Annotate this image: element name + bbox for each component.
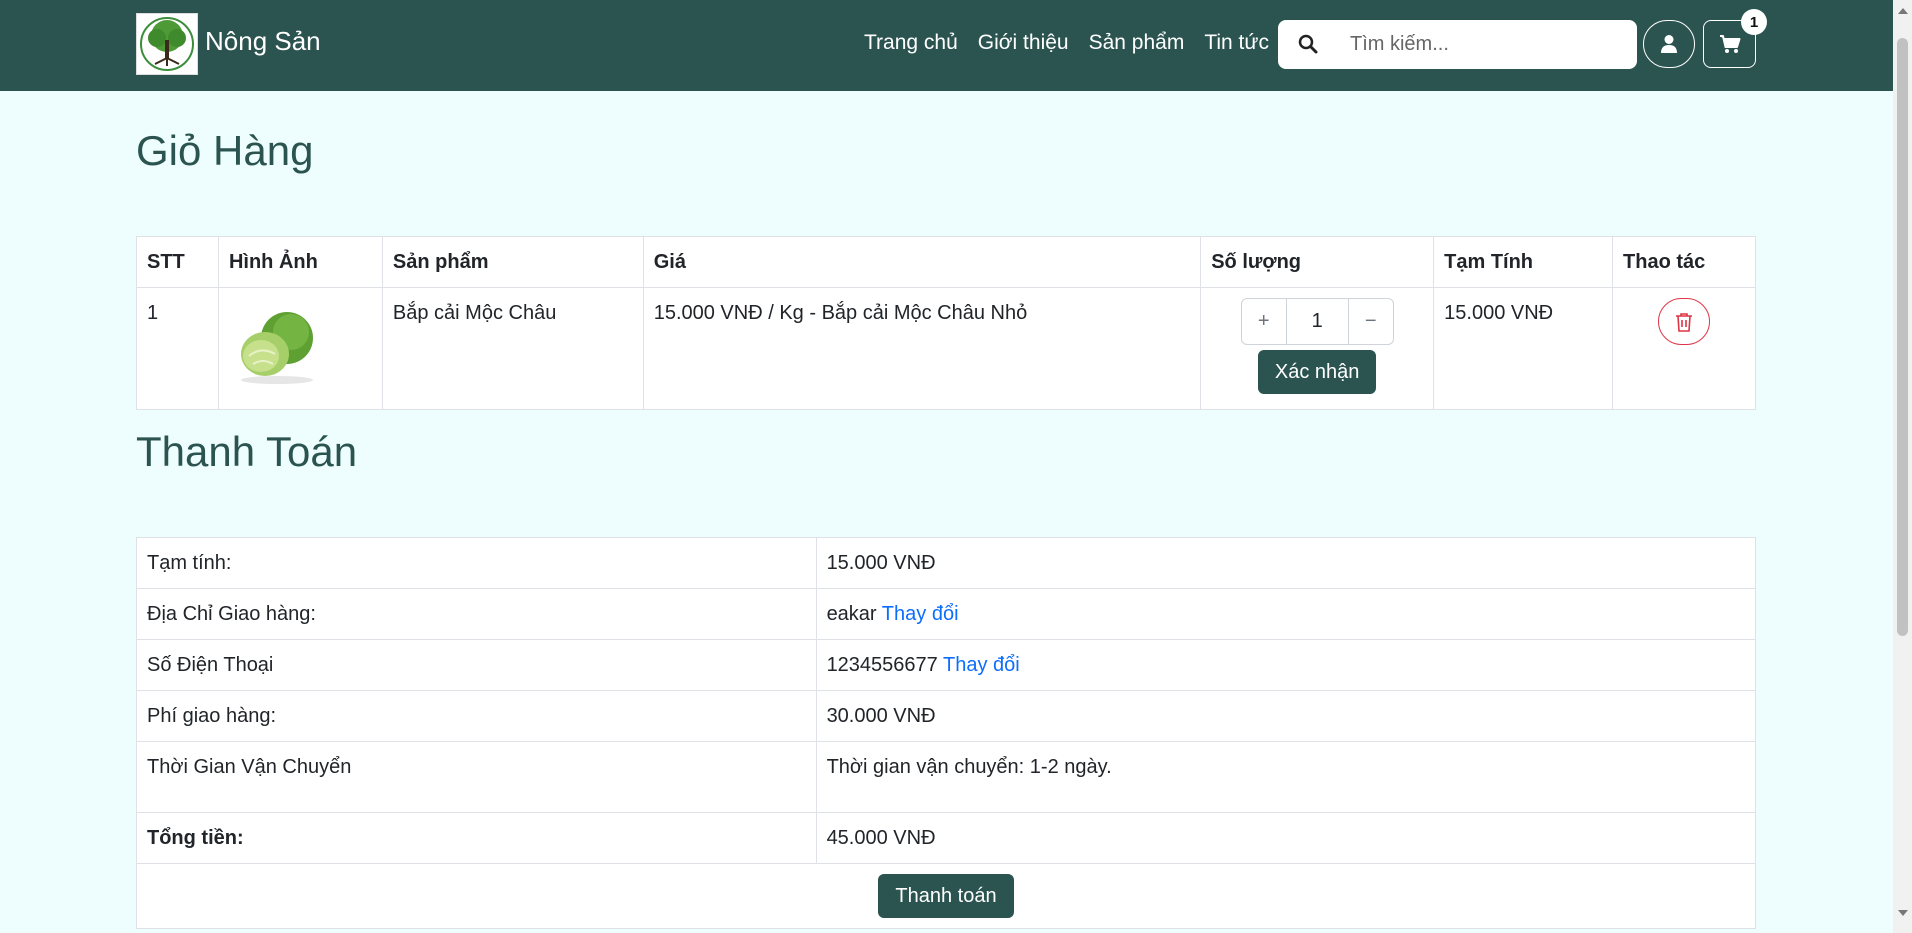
row-subtotal: 15.000 VNĐ <box>1433 287 1614 410</box>
col-stt: STT <box>136 236 219 288</box>
payment-row-shipping: Phí giao hàng: 30.000 VNĐ <box>136 690 1757 742</box>
quantity-cell: + 1 − Xác nhận <box>1200 287 1435 410</box>
payment-row-action: Thanh toán <box>136 863 1756 929</box>
nav-news[interactable]: Tin tức <box>1204 31 1269 55</box>
address-value: eakar <box>826 603 877 625</box>
subtotal-value: 15.000 VNĐ <box>815 537 1757 589</box>
delivery-time-label: Thời Gian Vận Chuyển <box>136 741 817 813</box>
change-address-link[interactable]: Thay đổi <box>882 603 959 625</box>
change-phone-link[interactable]: Thay đổi <box>943 654 1020 676</box>
phone-cell: 1234556677 Thay đổi <box>815 639 1757 691</box>
col-actions: Thao tác <box>1612 236 1756 288</box>
total-label: Tổng tiền: <box>136 812 817 864</box>
delivery-time-value: Thời gian vận chuyển: 1-2 ngày. <box>815 741 1757 813</box>
product-image <box>217 287 383 410</box>
nav-about[interactable]: Giới thiệu <box>978 31 1069 55</box>
table-row: 1 Bắp cải Mộc Châu 15.000 VNĐ / Kg - Bắp… <box>136 287 1756 410</box>
scroll-down-icon[interactable] <box>1898 910 1908 916</box>
shipping-value: 30.000 VNĐ <box>815 690 1757 742</box>
address-cell: eakar Thay đổi <box>815 588 1757 640</box>
address-label: Địa Chỉ Giao hàng: <box>136 588 817 640</box>
quantity-input[interactable]: 1 <box>1286 298 1348 345</box>
tree-logo-icon[interactable] <box>136 13 198 75</box>
confirm-quantity-button[interactable]: Xác nhận <box>1258 350 1377 394</box>
col-subtotal: Tạm Tính <box>1433 236 1614 288</box>
cart-table: STT Hình Ảnh Sản phẩm Giá Số lượng Tạm T… <box>136 236 1756 410</box>
row-index: 1 <box>136 287 219 410</box>
delete-item-button[interactable] <box>1658 298 1711 345</box>
search-box <box>1278 20 1637 69</box>
payment-row-phone: Số Điện Thoại 1234556677 Thay đổi <box>136 639 1757 691</box>
product-price: 15.000 VNĐ / Kg - Bắp cải Mộc Châu Nhỏ <box>642 287 1202 410</box>
total-value: 45.000 VNĐ <box>815 812 1757 864</box>
payment-row-address: Địa Chỉ Giao hàng: eakar Thay đổi <box>136 588 1757 640</box>
vertical-scrollbar[interactable] <box>1893 0 1912 933</box>
nav-products[interactable]: Sản phẩm <box>1089 31 1185 55</box>
scroll-up-icon[interactable] <box>1898 8 1908 14</box>
top-navbar: Nông Sản Trang chủ Giới thiệu Sản phẩm T… <box>0 0 1893 91</box>
payment-row-subtotal: Tạm tính: 15.000 VNĐ <box>136 537 1757 589</box>
nav-home[interactable]: Trang chủ <box>864 31 958 55</box>
cart-count-badge: 1 <box>1741 9 1767 35</box>
subtotal-label: Tạm tính: <box>136 537 817 589</box>
cabbage-image <box>240 312 313 384</box>
phone-label: Số Điện Thoại <box>136 639 817 691</box>
payment-table: Tạm tính: 15.000 VNĐ Địa Chỉ Giao hàng: … <box>136 537 1757 929</box>
actions-cell <box>1612 287 1756 410</box>
scrollbar-thumb[interactable] <box>1897 38 1908 636</box>
user-icon <box>1661 35 1677 53</box>
payment-row-time: Thời Gian Vận Chuyển Thời gian vận chuyể… <box>136 741 1757 813</box>
col-quantity: Số lượng <box>1200 236 1435 288</box>
cart-icon <box>1719 35 1740 53</box>
col-price: Giá <box>642 236 1202 288</box>
search-input[interactable] <box>1340 28 1625 61</box>
product-name: Bắp cải Mộc Châu <box>381 287 644 410</box>
quantity-decrease-button[interactable]: − <box>1347 298 1394 345</box>
phone-value: 1234556677 <box>826 654 938 676</box>
checkout-button[interactable]: Thanh toán <box>878 874 1014 918</box>
quantity-stepper: + 1 − <box>1211 298 1423 345</box>
trash-icon <box>1676 312 1693 332</box>
payment-row-total: Tổng tiền: 45.000 VNĐ <box>136 812 1757 864</box>
account-button[interactable] <box>1643 20 1695 68</box>
pay-button-cell: Thanh toán <box>136 863 1756 929</box>
cart-header-row: STT Hình Ảnh Sản phẩm Giá Số lượng Tạm T… <box>136 236 1756 288</box>
brand-name[interactable]: Nông Sản <box>205 26 321 57</box>
col-image: Hình Ảnh <box>217 236 383 288</box>
main-nav: Trang chủ Giới thiệu Sản phẩm Tin tức <box>864 31 1269 55</box>
col-product: Sản phẩm <box>381 236 644 288</box>
search-icon[interactable] <box>1298 34 1318 59</box>
quantity-increase-button[interactable]: + <box>1240 298 1287 345</box>
cart-title: Giỏ Hàng <box>136 127 314 174</box>
shipping-label: Phí giao hàng: <box>136 690 817 742</box>
payment-title: Thanh Toán <box>136 428 358 475</box>
